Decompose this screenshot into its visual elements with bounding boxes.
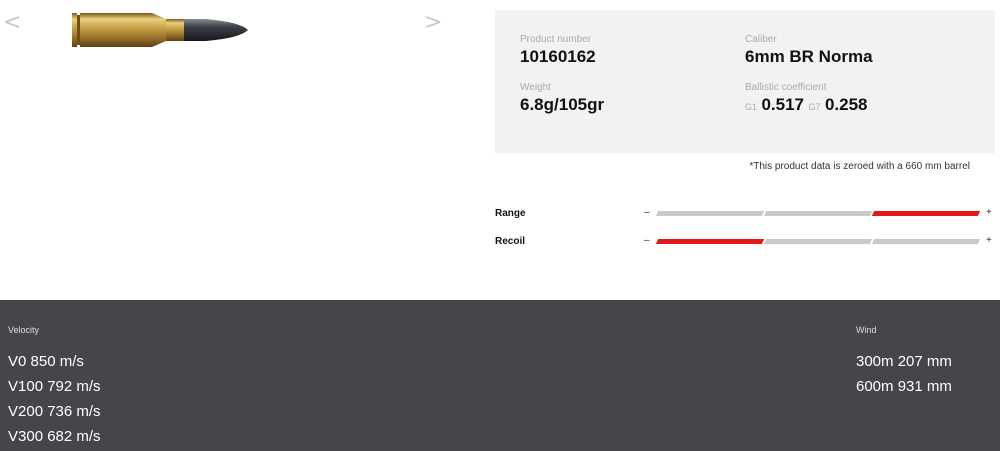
range-meter: Range – + — [495, 207, 995, 222]
recoil-label: Recoil — [495, 236, 526, 247]
ballistic-coefficient-group: Ballistic coefficient G1 0.517 G7 0.258 — [745, 82, 867, 115]
bc-g1-value: 0.517 — [761, 95, 805, 114]
caliber-group: Caliber 6mm BR Norma — [745, 34, 873, 67]
ballistic-coefficient-label: Ballistic coefficient — [745, 82, 827, 93]
velocity-heading: Velocity — [8, 325, 40, 335]
product-number-value: 10160162 — [520, 47, 596, 66]
ballistics-panel: Velocity V0 850 m/s V100 792 m/s V200 73… — [0, 300, 1000, 451]
weight-value: 6.8g/105gr — [520, 95, 605, 114]
previous-image-arrow[interactable]: < — [3, 12, 21, 34]
recoil-segment — [763, 239, 873, 244]
bc-values: G1 0.517 G7 0.258 — [745, 95, 868, 114]
range-segment — [655, 211, 765, 216]
range-minus-sign: – — [644, 207, 650, 218]
weight-group: Weight 6.8g/105gr — [520, 82, 604, 115]
zeroed-barrel-note: *This product data is zeroed with a 660 … — [749, 161, 970, 172]
range-plus-sign: + — [986, 207, 992, 218]
recoil-segment — [655, 239, 765, 244]
product-number-group: Product number 10160162 — [520, 34, 596, 67]
velocity-item: V0 850 m/s — [8, 353, 84, 370]
caliber-value: 6mm BR Norma — [745, 47, 873, 66]
recoil-meter: Recoil – + — [495, 235, 995, 250]
cartridge-image — [72, 13, 248, 47]
caliber-label: Caliber — [745, 34, 777, 45]
velocity-list: V0 850 m/s V100 792 m/s V200 736 m/s V30… — [8, 349, 101, 449]
wind-heading: Wind — [856, 325, 877, 335]
recoil-plus-sign: + — [986, 235, 992, 246]
wind-item: 600m 931 mm — [856, 378, 952, 395]
velocity-item: V200 736 m/s — [8, 403, 101, 420]
bc-g1-prefix: G1 — [745, 102, 758, 112]
velocity-item: V100 792 m/s — [8, 378, 101, 395]
next-image-arrow[interactable]: > — [424, 12, 442, 34]
weight-label: Weight — [520, 82, 551, 93]
recoil-minus-sign: – — [644, 235, 650, 246]
bc-g7-prefix: G7 — [808, 102, 821, 112]
product-number-label: Product number — [520, 34, 592, 45]
wind-list: 300m 207 mm 600m 931 mm — [856, 349, 952, 399]
range-segment — [871, 211, 981, 216]
product-spec-panel: Product number 10160162 Caliber 6mm BR N… — [495, 10, 995, 153]
range-label: Range — [495, 208, 526, 219]
range-segment — [763, 211, 873, 216]
wind-item: 300m 207 mm — [856, 353, 952, 370]
bc-g7-value: 0.258 — [824, 95, 868, 114]
recoil-segment — [871, 239, 981, 244]
velocity-item: V300 682 m/s — [8, 428, 101, 445]
